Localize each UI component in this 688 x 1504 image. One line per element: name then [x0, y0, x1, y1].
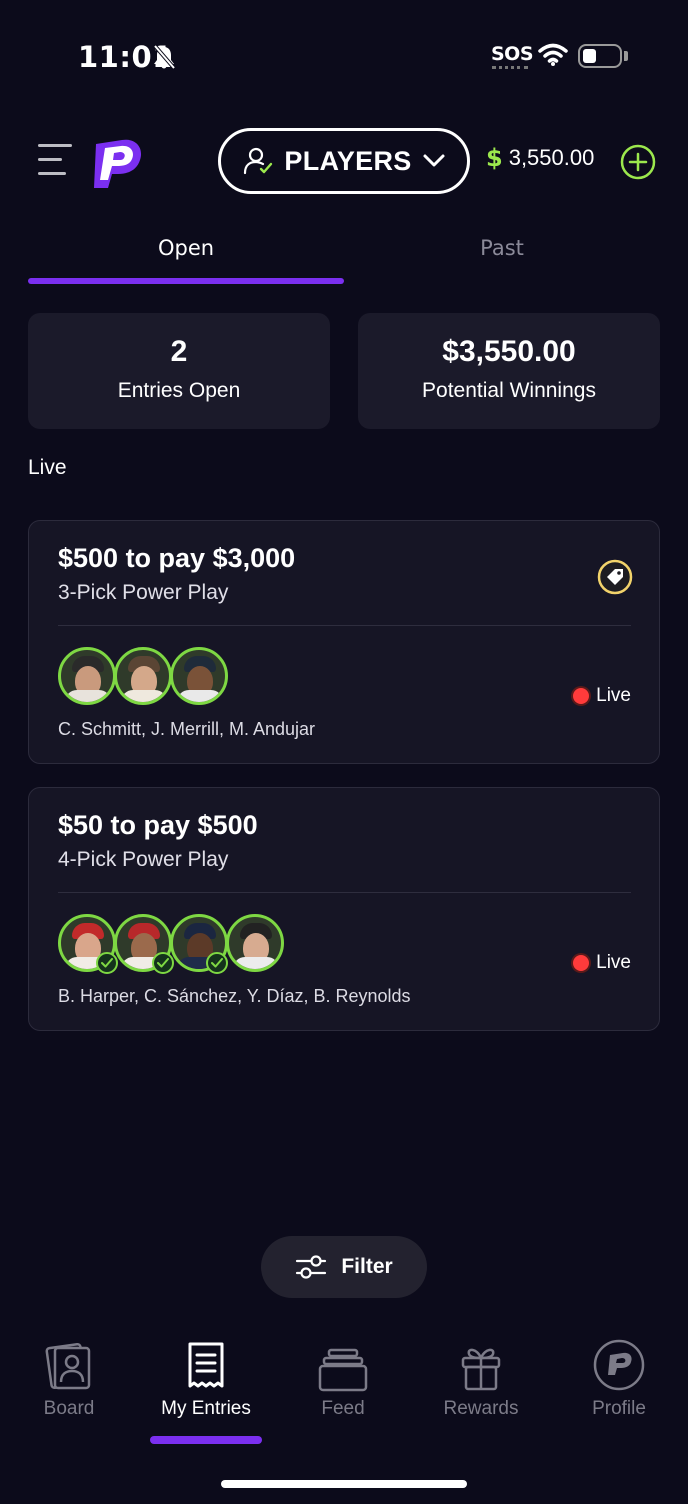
entry-card[interactable]: $50 to pay $500 4-Pick Power Play Live B…	[28, 787, 660, 1031]
potential-winnings-label: Potential Winnings	[422, 379, 596, 402]
profile-logo-icon	[593, 1339, 645, 1391]
entry-title: $500 to pay $3,000	[58, 543, 296, 573]
balance-value: 3,550.00	[508, 145, 595, 170]
feed-icon	[318, 1348, 368, 1392]
signal-dots	[492, 66, 528, 69]
balance-currency: $	[486, 144, 503, 172]
add-funds-icon[interactable]	[620, 144, 656, 180]
entries-tabs: Open Past	[28, 226, 660, 288]
entry-players: C. Schmitt, J. Merrill, M. Andujar	[58, 719, 316, 739]
bell-muted-icon	[153, 44, 176, 70]
nav-label-profile: Profile	[592, 1398, 646, 1419]
entries-open-label: Entries Open	[117, 379, 241, 402]
chevron-down-icon	[423, 154, 445, 167]
potential-winnings-card: $3,550.00 Potential Winnings	[358, 313, 660, 429]
live-dot-icon	[573, 955, 590, 971]
entries-open-count: 2	[170, 335, 188, 368]
board-icon	[45, 1342, 91, 1390]
account-balance[interactable]: $ 3,550.00	[486, 144, 594, 172]
avatar	[114, 647, 172, 705]
avatar	[58, 647, 116, 705]
check-icon	[96, 952, 118, 974]
live-status: Live	[573, 952, 631, 974]
players-mode-label: PLAYERS	[284, 145, 412, 176]
home-indicator[interactable]	[221, 1480, 467, 1488]
live-status-label: Live	[596, 952, 631, 973]
avatar	[226, 914, 284, 972]
entry-title: $50 to pay $500	[58, 810, 258, 840]
live-status: Live	[573, 685, 631, 707]
receipt-icon	[188, 1342, 224, 1388]
nav-label-rewards: Rewards	[443, 1398, 519, 1419]
battery-icon	[578, 44, 622, 68]
nav-label-board: Board	[43, 1398, 95, 1419]
section-heading-live: Live	[28, 456, 67, 479]
nav-item-rewards[interactable]: Rewards	[412, 1334, 550, 1420]
entries-open-card: 2 Entries Open	[28, 313, 330, 429]
nav-item-board[interactable]: Board	[0, 1334, 138, 1420]
tab-past[interactable]: Past	[344, 236, 660, 260]
menu-icon[interactable]	[38, 144, 72, 178]
filter-button[interactable]: Filter	[261, 1236, 427, 1298]
entry-card[interactable]: $500 to pay $3,000 3-Pick Power Play Liv…	[28, 520, 660, 764]
nav-item-feed[interactable]: Feed	[274, 1334, 412, 1420]
bottom-navigation: Board My Entries Feed Rewards Profile	[0, 1334, 688, 1454]
players-mode-dropdown[interactable]: PLAYERS	[218, 128, 470, 194]
promo-tag-icon[interactable]	[597, 559, 633, 595]
gift-icon	[461, 1348, 501, 1391]
entry-divider	[58, 892, 631, 893]
live-status-label: Live	[596, 685, 631, 706]
active-nav-indicator	[150, 1436, 262, 1444]
person-check-icon	[244, 147, 273, 175]
live-dot-icon	[573, 688, 590, 704]
active-tab-indicator	[28, 278, 344, 284]
nav-label-my-entries: My Entries	[161, 1398, 251, 1419]
app-header: PLAYERS $ 3,550.00	[0, 120, 688, 202]
entry-divider	[58, 625, 631, 626]
filter-label: Filter	[341, 1255, 393, 1278]
entry-type: 3-Pick Power Play	[58, 581, 229, 604]
status-bar: 11:01 SOS	[0, 0, 688, 110]
avatar	[170, 647, 228, 705]
entry-players: B. Harper, C. Sánchez, Y. Díaz, B. Reyno…	[58, 986, 411, 1006]
tab-open[interactable]: Open	[28, 236, 344, 260]
nav-item-profile[interactable]: Profile	[550, 1334, 688, 1420]
nav-label-feed: Feed	[321, 1398, 365, 1419]
entry-type: 4-Pick Power Play	[58, 848, 229, 871]
nav-item-my-entries[interactable]: My Entries	[137, 1334, 275, 1420]
prizepicks-logo-icon[interactable]	[88, 134, 146, 192]
wifi-icon	[538, 43, 568, 66]
check-icon	[152, 952, 174, 974]
sos-indicator: SOS	[491, 43, 534, 65]
sliders-icon	[296, 1255, 327, 1279]
check-icon	[206, 952, 228, 974]
potential-winnings-value: $3,550.00	[442, 335, 576, 368]
